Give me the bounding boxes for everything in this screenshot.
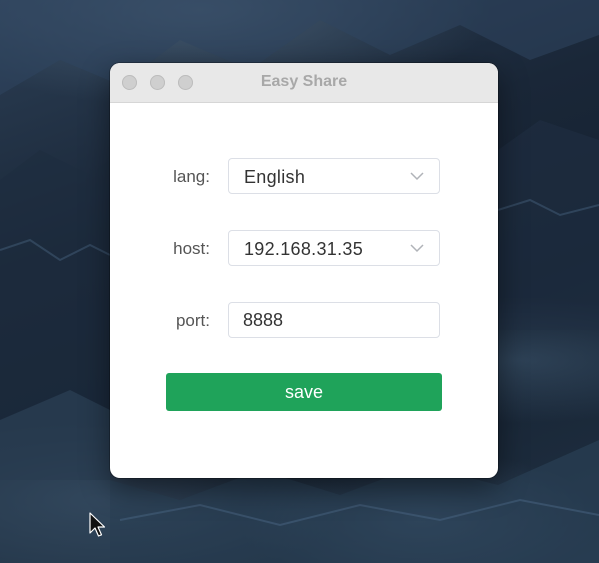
- chevron-down-icon: [410, 244, 424, 253]
- window-title: Easy Share: [260, 73, 348, 90]
- desktop-background: Easy Share lang: English host: 192.168.3…: [0, 0, 599, 563]
- port-label: port:: [175, 311, 210, 330]
- host-label: host:: [173, 239, 210, 258]
- window-titlebar[interactable]: Easy Share: [110, 63, 498, 103]
- app-window: Easy Share lang: English host: 192.168.3…: [110, 63, 498, 478]
- mouse-cursor-icon: [89, 512, 106, 537]
- host-select[interactable]: 192.168.31.35: [228, 230, 440, 266]
- settings-form: lang: English host: 192.168.31.35 port:: [110, 103, 498, 478]
- lang-label: lang:: [173, 167, 210, 186]
- lang-select-value: English: [244, 167, 306, 187]
- port-input[interactable]: [229, 303, 439, 337]
- save-button[interactable]: save: [166, 373, 442, 411]
- host-select-value: 192.168.31.35: [244, 239, 364, 259]
- port-field[interactable]: [228, 302, 440, 338]
- lang-select[interactable]: English: [228, 158, 440, 194]
- chevron-down-icon: [410, 172, 424, 181]
